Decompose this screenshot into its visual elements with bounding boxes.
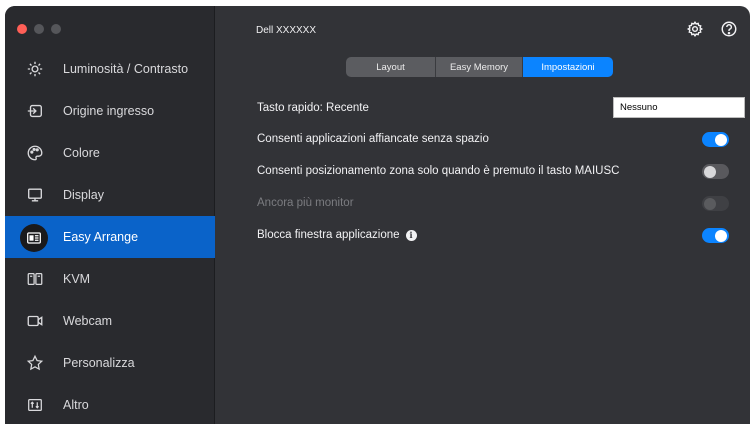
- tab-settings[interactable]: Impostazioni: [523, 57, 613, 77]
- sidebar-item-webcam[interactable]: Webcam: [5, 300, 215, 342]
- toggle-knob: [704, 197, 716, 210]
- other-icon: [25, 395, 45, 415]
- toggle-anchor-monitors: [702, 196, 729, 211]
- sidebar-item-input-source[interactable]: Origine ingresso: [5, 90, 215, 132]
- sidebar-item-other[interactable]: Altro: [5, 384, 215, 424]
- setting-label: Consenti applicazioni affiancate senza s…: [257, 133, 489, 145]
- hotkey-label: Tasto rapido: Recente: [257, 102, 369, 114]
- toggle-knob: [715, 229, 727, 242]
- sidebar-item-label: Display: [63, 188, 104, 202]
- sidebar-item-easy-arrange[interactable]: Easy Arrange: [5, 216, 215, 258]
- sidebar-item-label: Origine ingresso: [63, 104, 155, 118]
- toggle-shift-zone[interactable]: [702, 164, 729, 179]
- color-palette-icon: [25, 143, 45, 163]
- sidebar-item-kvm[interactable]: KVM: [5, 258, 215, 300]
- toggle-lock-app-window[interactable]: [702, 228, 729, 243]
- minimize-window-button[interactable]: [34, 24, 44, 34]
- tab-layout[interactable]: Layout: [346, 57, 436, 77]
- sidebar-item-brightness-contrast[interactable]: Luminosità / Contrasto: [5, 48, 215, 90]
- brightness-icon: [25, 59, 45, 79]
- toggle-tile-without-gap[interactable]: [702, 132, 729, 147]
- app-window: Luminosità / Contrasto Origine ingresso: [5, 6, 750, 424]
- sidebar-item-display[interactable]: Display: [5, 174, 215, 216]
- window-controls: [17, 24, 61, 34]
- easy-arrange-icon: [20, 224, 48, 252]
- setting-row-shift-zone: Consenti posizionamento zona solo quando…: [257, 161, 737, 181]
- sidebar-item-personalize[interactable]: Personalizza: [5, 342, 215, 384]
- top-toolbar: [686, 20, 738, 38]
- sidebar-item-label: Easy Arrange: [63, 230, 139, 244]
- hotkey-field[interactable]: Nessuno: [613, 97, 745, 118]
- setting-label: Ancora più monitor: [257, 197, 354, 209]
- sidebar-item-label: Personalizza: [63, 356, 135, 370]
- kvm-icon: [25, 269, 45, 289]
- toggle-knob: [715, 133, 727, 146]
- settings-gear-icon[interactable]: [686, 20, 704, 38]
- toggle-knob: [704, 165, 716, 178]
- monitor-icon: [25, 185, 45, 205]
- sidebar-item-label: Webcam: [63, 314, 113, 328]
- window-title: Dell XXXXXX: [256, 25, 317, 36]
- tab-easy-memory[interactable]: Easy Memory: [436, 57, 523, 77]
- sidebar-nav: Luminosità / Contrasto Origine ingresso: [5, 48, 215, 424]
- close-window-button[interactable]: [17, 24, 27, 34]
- sidebar-item-label: Altro: [63, 398, 89, 412]
- info-icon[interactable]: i: [405, 229, 417, 241]
- star-icon: [25, 353, 45, 373]
- sidebar-item-label: KVM: [63, 272, 91, 286]
- sidebar-item-label: Luminosità / Contrasto: [63, 62, 189, 76]
- input-source-icon: [25, 101, 45, 121]
- sidebar-item-color[interactable]: Colore: [5, 132, 215, 174]
- setting-row-tile-without-gap: Consenti applicazioni affiancate senza s…: [257, 129, 737, 149]
- setting-label: Blocca finestra applicazione: [257, 229, 400, 241]
- help-icon[interactable]: [720, 20, 738, 38]
- sidebar: Luminosità / Contrasto Origine ingresso: [5, 6, 215, 424]
- zoom-window-button[interactable]: [51, 24, 61, 34]
- setting-row-lock-app-window: Blocca finestra applicazione i: [257, 225, 737, 245]
- tab-bar: Layout Easy Memory Impostazioni: [346, 57, 613, 77]
- webcam-icon: [25, 311, 45, 331]
- sidebar-item-label: Colore: [63, 146, 100, 160]
- main-panel: Dell XXXXXX Layout Easy Memory Impostazi…: [216, 6, 750, 424]
- setting-label: Consenti posizionamento zona solo quando…: [257, 165, 620, 177]
- setting-row-anchor-monitors: Ancora più monitor: [257, 193, 737, 213]
